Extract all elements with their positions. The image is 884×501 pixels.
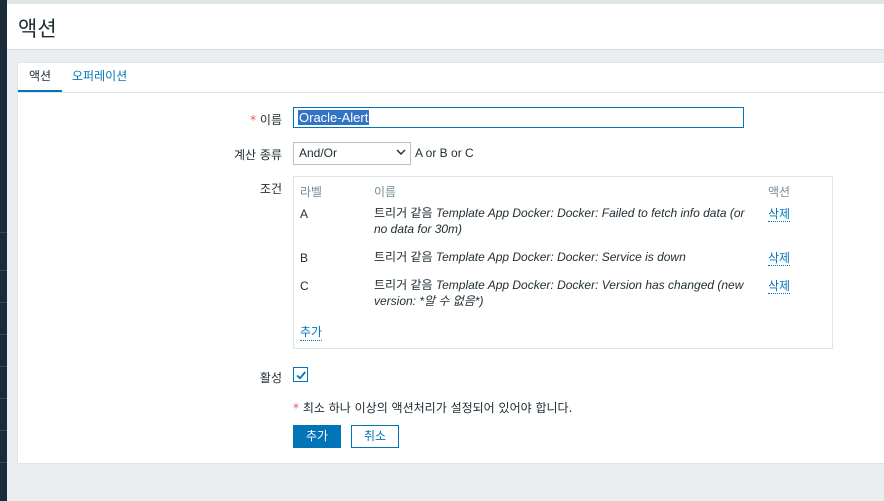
condition-name-c: 트리거 같음 Template App Docker: Docker: Vers… [374,278,744,308]
enabled-label: 활성 [259,371,282,385]
condition-name-a: 트리거 같음 Template App Docker: Docker: Fail… [374,206,745,236]
page-header: 액션 [7,4,884,50]
add-button[interactable]: 추가 [293,425,341,448]
condition-label-b: B [300,251,309,265]
sidebar [0,0,7,501]
page-title: 액션 [18,17,57,41]
tab-action[interactable]: 액션 [18,63,62,92]
tab-bar: 액션 오퍼레이션 [18,63,884,93]
condition-label-c: C [300,279,309,293]
calc-formula: A or B or C [415,146,474,160]
condition-name-b: 트리거 같음 Template App Docker: Docker: Serv… [374,250,686,264]
name-input[interactable]: Oracle-Alert [293,107,744,128]
calc-type-select[interactable]: And/Or [293,142,411,165]
tab-operations[interactable]: 오퍼레이션 [72,63,127,91]
header-label: 라벨 [300,185,323,199]
header-name: 이름 [374,185,397,199]
name-input-value: Oracle-Alert [298,110,370,125]
delete-condition-b-link[interactable]: 삭제 [768,251,791,266]
required-notice: * 최소 하나 이상의 액션처리가 설정되어 있어야 합니다. [293,401,573,415]
conditions-label: 조건 [259,182,282,196]
required-mark: * [250,113,257,127]
conditions-table: 라벨 이름 액션 A 트리거 같음 Template App Docker: D… [293,176,833,349]
check-icon [296,371,306,380]
calc-type-label: 계산 종류 [234,148,282,162]
form-panel: 액션 오퍼레이션 * 이름 Oracle-Alert 계산 종류 And/Or … [17,62,884,464]
chevron-down-icon [396,145,406,162]
cancel-button[interactable]: 취소 [351,425,399,448]
condition-label-a: A [300,207,309,221]
delete-condition-a-link[interactable]: 삭제 [768,207,791,222]
delete-condition-c-link[interactable]: 삭제 [768,279,791,294]
add-condition-link[interactable]: 추가 [300,323,323,341]
header-action: 액션 [768,185,791,199]
calc-type-value: And/Or [299,146,338,160]
name-label: * 이름 [250,113,282,127]
enabled-checkbox[interactable] [293,367,308,382]
